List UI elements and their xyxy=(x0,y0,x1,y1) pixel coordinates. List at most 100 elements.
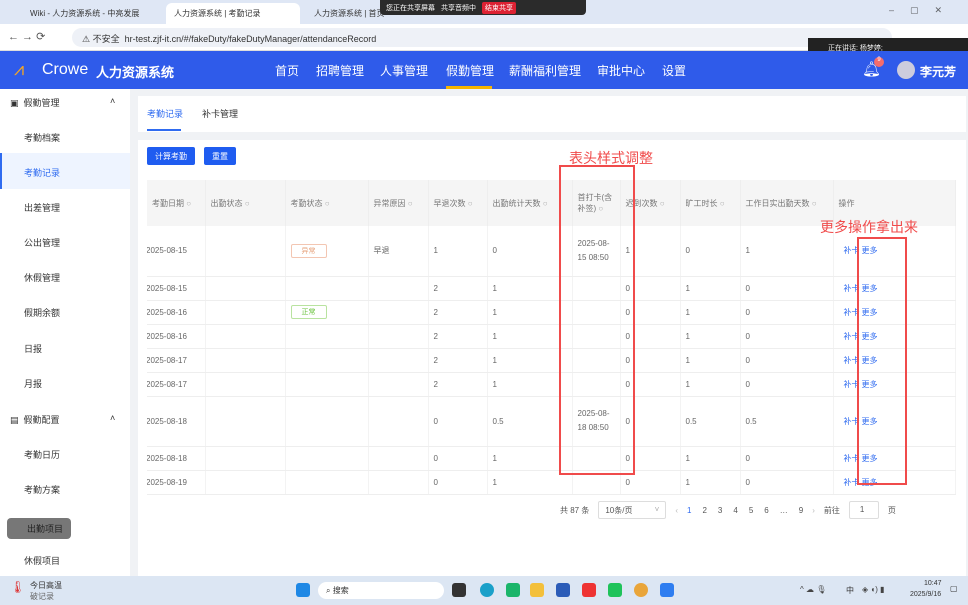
search-icon[interactable]: ○ xyxy=(810,199,817,208)
sidebar-item[interactable]: 出勤项目 xyxy=(7,518,72,539)
browser-tab[interactable]: 人力资源系统 | 首页 xyxy=(306,3,386,24)
next-page-button[interactable]: › xyxy=(812,506,815,515)
column-header[interactable]: 考勤日期 ○ xyxy=(147,180,206,226)
search-icon[interactable]: ○ xyxy=(406,199,413,208)
tab-attendance-record[interactable]: 考勤记录 xyxy=(147,107,183,120)
browser-tab-active[interactable]: 人力资源系统 | 考勤记录 xyxy=(166,3,300,24)
sidebar-item[interactable]: 日报 xyxy=(24,342,42,355)
page-button[interactable]: 3 xyxy=(718,506,722,515)
edge-icon[interactable] xyxy=(480,583,494,597)
nav-personnel[interactable]: 人事管理 xyxy=(380,62,428,79)
column-header[interactable]: 旷工时长 ○ xyxy=(680,180,741,226)
search-icon[interactable]: ○ xyxy=(658,199,665,208)
cell-value: 0 xyxy=(433,453,438,463)
feishu-icon[interactable] xyxy=(660,583,674,597)
search-icon[interactable]: ○ xyxy=(541,199,548,208)
folder-icon[interactable] xyxy=(530,583,544,597)
sidebar-item[interactable]: 假期余额 xyxy=(24,306,60,319)
page-button[interactable]: 5 xyxy=(749,506,753,515)
back-icon[interactable]: ← → ⟳ xyxy=(8,30,45,43)
taskview-icon[interactable] xyxy=(452,583,466,597)
page-button[interactable]: 4 xyxy=(733,506,737,515)
insecure-label: 不安全 xyxy=(92,34,120,44)
sidebar-item[interactable]: 考勤方案 xyxy=(24,483,60,496)
cell-value: 0 xyxy=(433,416,438,426)
page-size-select[interactable]: 10条/页 ˅ xyxy=(598,501,667,519)
prev-page-button[interactable]: ‹ xyxy=(675,506,678,515)
nav-approval[interactable]: 审批中心 xyxy=(597,62,645,79)
table-cell xyxy=(205,276,286,301)
app-icon[interactable] xyxy=(506,583,520,597)
weather-text[interactable]: 今日高温 xyxy=(30,580,62,591)
cell-value: 1 xyxy=(492,379,497,389)
table-row: 2025-08-19 0 1 0 1 0 补卡 更多 xyxy=(147,470,956,495)
sidebar-item[interactable]: 公出管理 xyxy=(24,236,60,249)
column-header[interactable]: 出勤状态 ○ xyxy=(205,180,286,226)
page-button[interactable]: … xyxy=(780,506,788,515)
cell-value: 2 xyxy=(433,331,438,341)
word-icon[interactable] xyxy=(556,583,570,597)
column-header[interactable]: 考勤状态 ○ xyxy=(285,180,369,226)
column-header[interactable]: 早退次数 ○ xyxy=(428,180,488,226)
nav-home[interactable]: 首页 xyxy=(275,62,299,79)
sidebar-item-attendance-record[interactable]: 考勤记录 xyxy=(24,166,60,179)
table-cell xyxy=(205,348,286,373)
avatar[interactable] xyxy=(897,61,915,79)
search-icon[interactable]: ○ xyxy=(243,199,250,208)
url-input[interactable]: ⚠ 不安全 hr-test.zjf-it.cn/#/fakeDuty/fakeD… xyxy=(72,28,892,47)
table-cell: 2025-08-16 xyxy=(147,324,206,349)
table-cell: 2025-08-16 xyxy=(147,300,206,325)
ime-indicator[interactable]: 中 xyxy=(846,585,854,596)
goto-page-input[interactable]: 1 xyxy=(848,501,879,519)
browser-tab[interactable]: Wiki - 人力资源系统 - 中亮发展 xyxy=(22,3,162,24)
search-icon[interactable]: ○ xyxy=(323,199,330,208)
taskbar-search[interactable]: ⌕ 搜索 xyxy=(318,582,444,599)
table-cell xyxy=(285,276,369,301)
sidebar-item[interactable]: 休假项目 xyxy=(24,554,60,567)
table-cell: 0.5 xyxy=(740,396,834,447)
reset-button[interactable]: 重置 xyxy=(204,147,236,165)
search-icon[interactable]: ○ xyxy=(184,199,191,208)
user-name[interactable]: 李元芳 xyxy=(920,63,956,80)
table-cell: 0 xyxy=(740,470,834,495)
tab-card-repair[interactable]: 补卡管理 xyxy=(202,107,238,120)
network-volume-battery-icon[interactable]: ◈ ◖) ▮ xyxy=(862,585,885,594)
clock-time[interactable]: 10:47 xyxy=(924,580,942,587)
page-button[interactable]: 2 xyxy=(702,506,706,515)
notification-icon[interactable]: ▢ xyxy=(950,584,958,593)
clock-date[interactable]: 2025/9/16 xyxy=(910,591,941,598)
nav-attendance[interactable]: 假勤管理 xyxy=(446,62,494,79)
pagination: 共 87 条 10条/页 ˅ ‹ 1 2 3 4 5 6 … 9 › 前往 1 页 xyxy=(560,500,960,520)
start-icon[interactable] xyxy=(296,583,310,597)
stop-share-button[interactable]: 结束共享 xyxy=(482,1,516,14)
search-icon[interactable]: ○ xyxy=(466,199,473,208)
column-header[interactable]: 异常原因 ○ xyxy=(368,180,429,226)
sidebar-group-attendance[interactable]: ▣ 假勤管理 ˄ xyxy=(10,96,115,109)
page-button[interactable]: 6 xyxy=(764,506,768,515)
column-header-label: 异常原因 xyxy=(373,198,406,208)
sidebar-item[interactable]: 出差管理 xyxy=(24,201,60,214)
calculate-attendance-button[interactable]: 计算考勤 xyxy=(147,147,195,165)
sidebar-item[interactable]: 休假管理 xyxy=(24,271,60,284)
wps-icon[interactable] xyxy=(582,583,596,597)
wechat-icon[interactable] xyxy=(608,583,622,597)
nav-recruit[interactable]: 招聘管理 xyxy=(316,62,364,79)
sidebar-group-config[interactable]: ▤ 假勤配置 ˄ xyxy=(10,413,115,426)
page-button[interactable]: 9 xyxy=(799,506,803,515)
sidebar-item[interactable]: 月报 xyxy=(24,377,42,390)
page-button[interactable]: 1 xyxy=(687,506,691,515)
tray-icons[interactable]: ^ ☁ 🎙︎ xyxy=(800,585,826,594)
chrome-icon[interactable] xyxy=(634,583,648,597)
nav-salary[interactable]: 薪酬福利管理 xyxy=(509,62,581,79)
sidebar: ▣ 假勤管理 ˄ 考勤档案 考勤记录 出差管理 公出管理 休假管理 假期余额 日报… xyxy=(0,89,130,576)
sidebar-item-active[interactable] xyxy=(0,153,130,189)
cell-value: 1 xyxy=(492,355,497,365)
tab-indicator xyxy=(147,129,181,131)
sidebar-item[interactable]: 考勤日历 xyxy=(24,448,60,461)
window-controls[interactable]: –▢✕ xyxy=(889,5,958,16)
search-icon[interactable]: ○ xyxy=(718,199,725,208)
nav-settings[interactable]: 设置 xyxy=(662,62,686,79)
cell-value: 1 xyxy=(685,453,690,463)
sidebar-item[interactable]: 考勤档案 xyxy=(24,131,60,144)
cell-value: 2025-08-16 xyxy=(147,307,187,317)
